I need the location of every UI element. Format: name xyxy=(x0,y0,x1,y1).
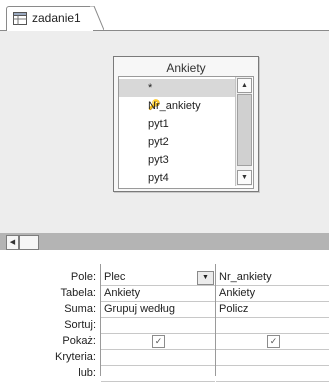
scroll-left-icon[interactable]: ◀ xyxy=(6,235,19,250)
field-pyt2[interactable]: pyt2 xyxy=(119,133,235,151)
cell-suma-1[interactable]: Grupuj według xyxy=(101,302,215,318)
cell-lub-2[interactable] xyxy=(216,366,329,382)
cell-sortuj-1[interactable] xyxy=(101,318,215,334)
table-title: Ankiety xyxy=(166,61,206,75)
tab-edge xyxy=(90,6,104,30)
scroll-down-icon[interactable]: ▼ xyxy=(237,170,252,185)
cell-lub-1[interactable] xyxy=(101,366,215,382)
scroll-up-icon[interactable]: ▲ xyxy=(237,78,252,93)
document-tab-bar: zadanie1 xyxy=(0,0,329,31)
scroll-thumb[interactable] xyxy=(237,94,252,166)
query-icon xyxy=(13,12,27,25)
row-label-suma: Suma: xyxy=(64,303,96,315)
show-checkbox[interactable]: ✓ xyxy=(267,335,280,348)
cell-pokaz-1: ✓ xyxy=(101,334,215,350)
field-nr-ankiety[interactable]: 🔑 Nr_ankiety xyxy=(119,97,235,115)
row-label-pokaz: Pokaż: xyxy=(62,335,96,347)
row-label-lub: lub: xyxy=(78,367,96,379)
field-list: * 🔑 Nr_ankiety pyt1 pyt2 pyt3 pyt4 ▲ ▼ xyxy=(118,76,254,189)
field-list-scrollbar[interactable]: ▲ ▼ xyxy=(235,77,252,186)
query-design-grid: Pole: Tabela: Suma: Sortuj: Pokaż: Kryte… xyxy=(0,264,329,382)
cell-sortuj-2[interactable] xyxy=(216,318,329,334)
field-pyt1[interactable]: pyt1 xyxy=(119,115,235,133)
field-pyt4[interactable]: pyt4 xyxy=(119,169,235,187)
row-label-sortuj: Sortuj: xyxy=(64,319,96,331)
cell-tabela-2[interactable]: Ankiety xyxy=(216,286,329,302)
cell-suma-2[interactable]: Policz xyxy=(216,302,329,318)
row-label-kryteria: Kryteria: xyxy=(55,351,96,363)
cell-pole-2[interactable]: Nr_ankiety xyxy=(216,270,329,286)
chevron-down-icon[interactable]: ▼ xyxy=(197,271,214,285)
row-label-pole: Pole: xyxy=(70,271,96,283)
show-checkbox[interactable]: ✓ xyxy=(152,335,165,348)
tab-label: zadanie1 xyxy=(32,11,81,25)
query-design-area[interactable]: Ankiety * 🔑 Nr_ankiety pyt1 pyt2 pyt3 py… xyxy=(0,31,329,233)
row-label-tabela: Tabela: xyxy=(60,287,96,299)
tab-zadanie1[interactable]: zadanie1 xyxy=(6,6,94,31)
scroll-thumb[interactable] xyxy=(19,235,39,250)
cell-pole-1[interactable]: Plec ▼ xyxy=(101,270,215,286)
field-pyt3[interactable]: pyt3 xyxy=(119,151,235,169)
cell-kryteria-2[interactable] xyxy=(216,350,329,366)
design-horizontal-scrollbar[interactable]: ◀ xyxy=(0,233,329,250)
table-ankiety[interactable]: Ankiety * 🔑 Nr_ankiety pyt1 pyt2 pyt3 py… xyxy=(113,56,259,192)
cell-tabela-1[interactable]: Ankiety xyxy=(101,286,215,302)
cell-kryteria-1[interactable] xyxy=(101,350,215,366)
cell-pokaz-2: ✓ xyxy=(216,334,329,350)
field-all[interactable]: * xyxy=(119,79,235,97)
